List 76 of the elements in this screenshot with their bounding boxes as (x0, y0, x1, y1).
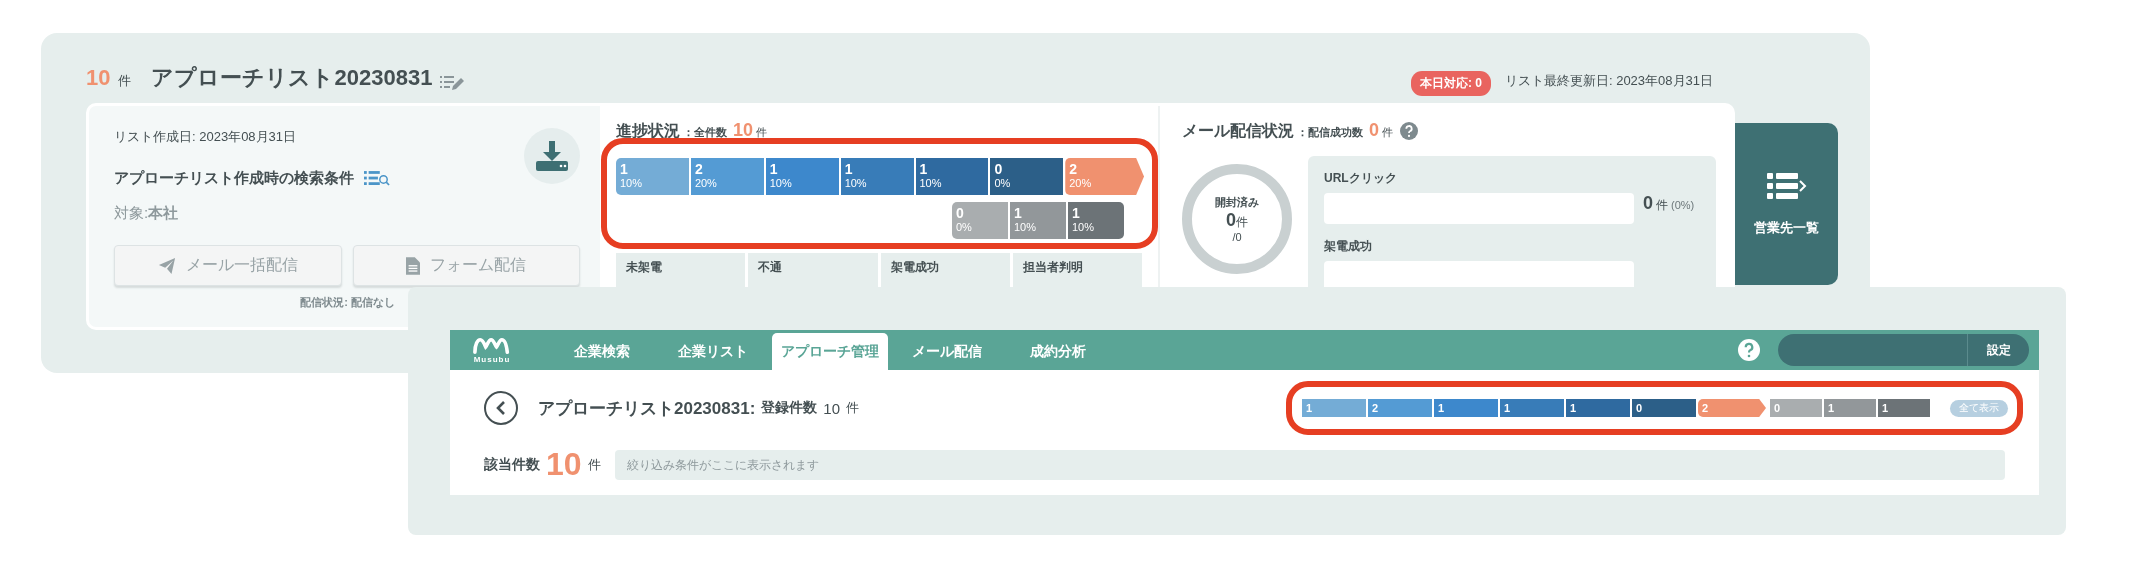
progress-segment[interactable]: 1 10% (616, 158, 689, 195)
registered-unit: 件 (846, 399, 859, 417)
list-title: アプローチリスト20230831 (151, 64, 433, 92)
chevron-left-icon (496, 401, 506, 415)
progress-segment[interactable]: 2 20% (690, 158, 764, 195)
match-unit: 件 (587, 455, 601, 474)
total-unit: 件 (756, 125, 768, 140)
progress-segment[interactable]: 1 (1434, 399, 1498, 417)
list-search-icon (364, 170, 390, 187)
list-count: 10 (86, 65, 111, 91)
progress-segment[interactable]: 1 10% (840, 158, 914, 195)
progress-segment[interactable]: 0 (1770, 399, 1822, 417)
paper-plane-icon (157, 256, 176, 275)
progress-title: 進捗状況 (616, 121, 680, 141)
progress-segment[interactable]: 1 (1500, 399, 1564, 417)
metric-percent: (0%) (1671, 199, 1695, 211)
sales-list-button[interactable]: 営業先一覧 (1735, 123, 1838, 285)
show-all-button[interactable]: 全て表示 (1950, 399, 2008, 417)
opened-total: /0 (1232, 231, 1242, 243)
download-button[interactable] (524, 128, 580, 184)
progress-segment[interactable]: 1 10% (765, 158, 839, 195)
success-count: 0 (1369, 120, 1379, 141)
nav-tab[interactable]: 企業リスト (654, 333, 772, 370)
opened-count: 0 (1226, 210, 1236, 230)
registered-count: 10 (823, 399, 840, 417)
help-icon (1400, 122, 1418, 140)
progress-segment[interactable]: 1 (1302, 399, 1366, 417)
count-unit: 件 (118, 72, 132, 90)
progress-segment[interactable]: 1 10% (1068, 202, 1124, 239)
back-button[interactable] (484, 391, 518, 425)
conditions-heading: アプローチリスト作成時の検索条件 (114, 169, 354, 188)
mail-title: メール配信状況 (1182, 121, 1294, 141)
match-count: 10 (546, 446, 582, 483)
nav-tab[interactable]: 成約分析 (1006, 333, 1110, 370)
opened-label: 開封済み (1215, 195, 1259, 210)
total-label: ：全件数 (683, 125, 727, 140)
opened-unit: 件 (1236, 215, 1248, 229)
list-title: アプローチリスト20230831: (538, 397, 756, 420)
logo-icon (472, 336, 512, 355)
created-date: リスト作成日: 2023年08月31日 (114, 128, 298, 146)
progress-segment[interactable]: 1 (1566, 399, 1630, 417)
progress-segment[interactable]: 0 0% (990, 158, 1064, 195)
metric-unit: 件 (1656, 197, 1668, 214)
today-badge: 本日対応: 0 (1410, 70, 1491, 96)
logo[interactable]: Musubu (472, 336, 512, 364)
progress-segment[interactable]: 1 10% (1010, 202, 1066, 239)
download-icon (536, 141, 568, 171)
target-value: 本社 (148, 204, 179, 221)
delivery-status: 配信状況: 配信なし (299, 295, 396, 310)
success-unit: 件 (1382, 125, 1393, 140)
progress-segment[interactable]: 0 0% (952, 202, 1008, 239)
progress-segment[interactable]: 1 10% (915, 158, 989, 195)
progress-segment[interactable]: 1 (1824, 399, 1876, 417)
settings-button[interactable]: 設定 (1967, 334, 2029, 366)
match-label: 該当件数 (484, 455, 540, 474)
metric-label: 架電成功 (1324, 238, 1373, 255)
list-icon (1766, 171, 1807, 201)
metric-value: 0 (1643, 193, 1653, 214)
document-icon (406, 256, 421, 275)
nav-tab[interactable]: メール配信 (888, 333, 1006, 370)
progress-segment[interactable]: 2 (1698, 399, 1766, 417)
metric-label: URLクリック (1324, 170, 1398, 187)
progress-segment[interactable]: 2 (1368, 399, 1432, 417)
progress-segment[interactable]: 1 (1878, 399, 1930, 417)
target-label: 対象: (114, 204, 149, 221)
success-label: ：配信成功数 (1297, 125, 1363, 140)
help-icon (1738, 339, 1760, 361)
list-edit-icon (440, 74, 465, 92)
progress-segment[interactable]: 0 (1632, 399, 1696, 417)
progress-segment[interactable]: 2 20% (1065, 158, 1144, 195)
last-updated: リスト最終更新日: 2023年08月31日 (1504, 72, 1713, 90)
registered-label: 登録件数 (761, 399, 818, 417)
filter-field[interactable]: 絞り込み条件がここに表示されます (614, 449, 2005, 480)
nav-tab[interactable]: アプローチ管理 (772, 333, 888, 370)
nav-tab[interactable]: 企業検索 (550, 333, 654, 370)
total-count: 10 (733, 120, 754, 141)
